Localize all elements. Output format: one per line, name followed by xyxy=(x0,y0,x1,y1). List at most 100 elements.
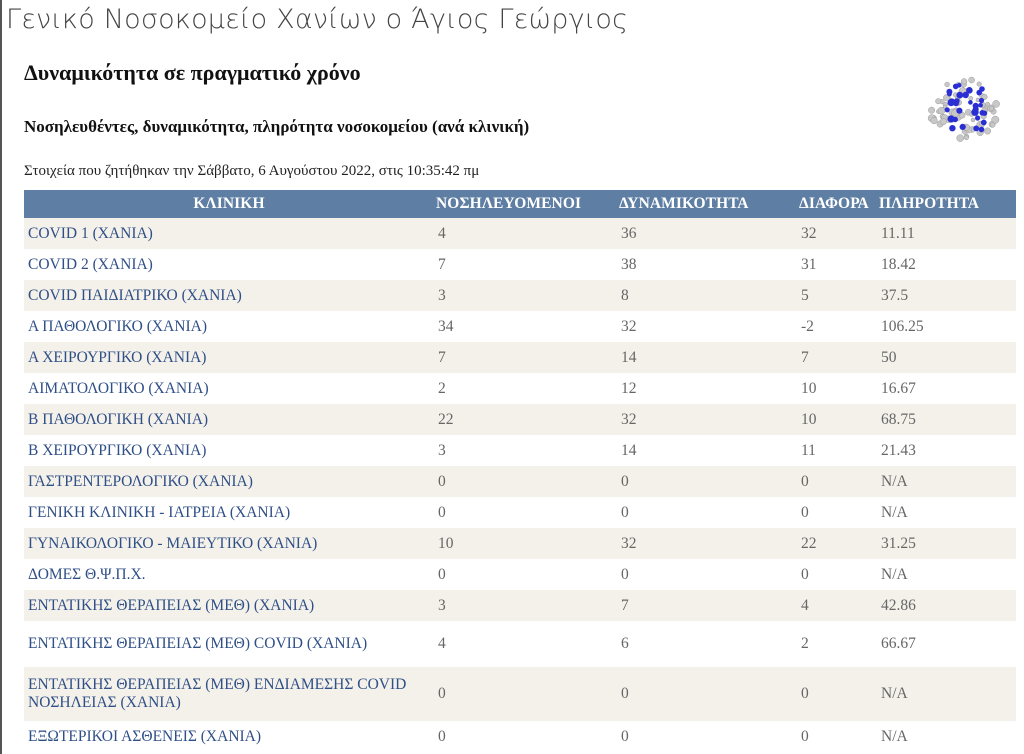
occupancy-cell: N/A xyxy=(877,721,1016,752)
clinic-name-cell[interactable]: COVID ΠΑΙΔΙΑΤΡΙΚΟ (ΧΑΝΙΑ) xyxy=(24,280,434,311)
clinic-name-cell[interactable]: ΓΥΝΑΙΚΟΛΟΓΙΚΟ - ΜΑΙΕΥΤΙΚΟ (ΧΑΝΙΑ) xyxy=(24,528,434,559)
column-header-occupancy[interactable]: ΠΛΗΡΟΤΗΤΑ xyxy=(877,190,1016,218)
capacity-cell: 38 xyxy=(617,249,797,280)
capacity-cell: 7 xyxy=(617,590,797,621)
capacity-cell: 14 xyxy=(617,342,797,373)
patients-cell: 2 xyxy=(434,373,617,404)
capacity-cell: 8 xyxy=(617,280,797,311)
occupancy-cell: 50 xyxy=(877,342,1016,373)
table-row: Α ΧΕΙΡΟΥΡΓΙΚΟ (ΧΑΝΙΑ) 7 14 7 50 xyxy=(24,342,1016,373)
capacity-cell: 0 xyxy=(617,721,797,752)
clinic-name-cell[interactable]: Β ΠΑΘΟΛΟΓΙΚΗ (ΧΑΝΙΑ) xyxy=(24,404,434,435)
difference-cell: 32 xyxy=(797,218,877,249)
clinic-name-cell[interactable]: Β ΧΕΙΡΟΥΡΓΙΚΟ (ΧΑΝΙΑ) xyxy=(24,435,434,466)
hospital-name: Γενικό Νοσοκομείο Χανίων ο Άγιος Γεώργιο… xyxy=(6,4,629,35)
occupancy-cell: 21.43 xyxy=(877,435,1016,466)
clinics-table: ΚΛΙΝΙΚΗ ΝΟΣΗΛΕΥΟΜΕΝΟΙ ΔΥΝΑΜΙΚΟΤΗΤΑ ΔΙΑΦΟ… xyxy=(24,190,1016,752)
table-row: ΑΙΜΑΤΟΛΟΓΙΚΟ (ΧΑΝΙΑ) 2 12 10 16.67 xyxy=(24,373,1016,404)
patients-cell: 3 xyxy=(434,280,617,311)
table-row: COVID 2 (ΧΑΝΙΑ) 7 38 31 18.42 xyxy=(24,249,1016,280)
occupancy-cell: 31.25 xyxy=(877,528,1016,559)
occupancy-cell: 37.5 xyxy=(877,280,1016,311)
occupancy-cell: N/A xyxy=(877,559,1016,590)
capacity-cell: 6 xyxy=(617,621,797,667)
table-row: ΓΕΝΙΚΗ ΚΛΙΝΙΚΗ - ΙΑΤΡΕΙΑ (ΧΑΝΙΑ) 0 0 0 N/A xyxy=(24,497,1016,528)
clinic-name-cell[interactable]: ΕΝΤΑΤΙΚΗΣ ΘΕΡΑΠΕΙΑΣ (ΜΕΘ) ΕΝΔΙΑΜΕΣΗΣ COV… xyxy=(24,667,434,721)
occupancy-cell: 106.25 xyxy=(877,311,1016,342)
clinic-name-cell[interactable]: ΓΑΣΤΡΕΝΤΕΡΟΛΟΓΙΚΟ (ΧΑΝΙΑ) xyxy=(24,466,434,497)
column-header-capacity[interactable]: ΔΥΝΑΜΙΚΟΤΗΤΑ xyxy=(617,190,797,218)
clinic-name-cell[interactable]: ΓΕΝΙΚΗ ΚΛΙΝΙΚΗ - ΙΑΤΡΕΙΑ (ΧΑΝΙΑ) xyxy=(24,497,434,528)
difference-cell: 10 xyxy=(797,373,877,404)
difference-cell: -2 xyxy=(797,311,877,342)
patients-cell: 0 xyxy=(434,667,617,721)
capacity-cell: 0 xyxy=(617,497,797,528)
clinic-name-cell[interactable]: COVID 2 (ΧΑΝΙΑ) xyxy=(24,249,434,280)
occupancy-cell: 18.42 xyxy=(877,249,1016,280)
patients-cell: 0 xyxy=(434,497,617,528)
occupancy-cell: N/A xyxy=(877,667,1016,721)
table-row: ΓΥΝΑΙΚΟΛΟΓΙΚΟ - ΜΑΙΕΥΤΙΚΟ (ΧΑΝΙΑ) 10 32 22 3… xyxy=(24,528,1016,559)
difference-cell: 2 xyxy=(797,621,877,667)
clinic-name-cell[interactable]: ΔΟΜΕΣ Θ.Ψ.Π.Χ. xyxy=(24,559,434,590)
patients-cell: 34 xyxy=(434,311,617,342)
capacity-cell: 14 xyxy=(617,435,797,466)
table-body: COVID 1 (ΧΑΝΙΑ) 4 36 32 11.11 COVID 2 (ΧΑΝΙΑ)… xyxy=(24,218,1016,752)
capacity-cell: 32 xyxy=(617,404,797,435)
table-row: Β ΠΑΘΟΛΟΓΙΚΗ (ΧΑΝΙΑ) 22 32 10 68.75 xyxy=(24,404,1016,435)
clinic-name-cell[interactable]: Α ΧΕΙΡΟΥΡΓΙΚΟ (ΧΑΝΙΑ) xyxy=(24,342,434,373)
patients-cell: 0 xyxy=(434,721,617,752)
clinic-name-cell[interactable]: COVID 1 (ΧΑΝΙΑ) xyxy=(24,218,434,249)
patients-cell: 4 xyxy=(434,621,617,667)
table-row: ΕΝΤΑΤΙΚΗΣ ΘΕΡΑΠΕΙΑΣ (ΜΕΘ) COVID (ΧΑΝΙΑ) 4… xyxy=(24,621,1016,667)
clinic-name-cell[interactable]: ΕΝΤΑΤΙΚΗΣ ΘΕΡΑΠΕΙΑΣ (ΜΕΘ) (ΧΑΝΙΑ) xyxy=(24,590,434,621)
difference-cell: 0 xyxy=(797,559,877,590)
difference-cell: 11 xyxy=(797,435,877,466)
column-header-patients[interactable]: ΝΟΣΗΛΕΥΟΜΕΝΟΙ xyxy=(434,190,617,218)
clinic-name-cell[interactable]: ΕΝΤΑΤΙΚΗΣ ΘΕΡΑΠΕΙΑΣ (ΜΕΘ) COVID (ΧΑΝΙΑ) xyxy=(24,621,434,667)
difference-cell: 31 xyxy=(797,249,877,280)
request-timestamp: Στοιχεία που ζητήθηκαν την Σάββατο, 6 Αυ… xyxy=(24,163,480,179)
capacity-cell: 32 xyxy=(617,528,797,559)
patients-cell: 22 xyxy=(434,404,617,435)
occupancy-cell: 16.67 xyxy=(877,373,1016,404)
difference-cell: 0 xyxy=(797,466,877,497)
occupancy-cell: 11.11 xyxy=(877,218,1016,249)
capacity-cell: 0 xyxy=(617,667,797,721)
molecule-logo-icon xyxy=(927,76,1000,142)
occupancy-cell: 66.67 xyxy=(877,621,1016,667)
column-header-clinic[interactable]: ΚΛΙΝΙΚΗ xyxy=(24,190,434,218)
capacity-cell: 0 xyxy=(617,559,797,590)
patients-cell: 7 xyxy=(434,342,617,373)
patients-cell: 10 xyxy=(434,528,617,559)
capacity-cell: 36 xyxy=(617,218,797,249)
patients-cell: 3 xyxy=(434,590,617,621)
difference-cell: 0 xyxy=(797,721,877,752)
difference-cell: 0 xyxy=(797,667,877,721)
difference-cell: 5 xyxy=(797,280,877,311)
table-row: Β ΧΕΙΡΟΥΡΓΙΚΟ (ΧΑΝΙΑ) 3 14 11 21.43 xyxy=(24,435,1016,466)
table-row: COVID 1 (ΧΑΝΙΑ) 4 36 32 11.11 xyxy=(24,218,1016,249)
difference-cell: 7 xyxy=(797,342,877,373)
difference-cell: 0 xyxy=(797,497,877,528)
table-row: ΕΞΩΤΕΡΙΚΟΙ ΑΣΘΕΝΕΙΣ (ΧΑΝΙΑ) 0 0 0 N/A xyxy=(24,721,1016,752)
table-row: ΔΟΜΕΣ Θ.Ψ.Π.Χ. 0 0 0 N/A xyxy=(24,559,1016,590)
patients-cell: 0 xyxy=(434,559,617,590)
clinic-name-cell[interactable]: ΕΞΩΤΕΡΙΚΟΙ ΑΣΘΕΝΕΙΣ (ΧΑΝΙΑ) xyxy=(24,721,434,752)
table-header-row: ΚΛΙΝΙΚΗ ΝΟΣΗΛΕΥΟΜΕΝΟΙ ΔΥΝΑΜΙΚΟΤΗΤΑ ΔΙΑΦΟ… xyxy=(24,190,1016,218)
column-header-difference[interactable]: ΔΙΑΦΟΡΑ xyxy=(797,190,877,218)
clinic-name-cell[interactable]: ΑΙΜΑΤΟΛΟΓΙΚΟ (ΧΑΝΙΑ) xyxy=(24,373,434,404)
page-subtitle: Νοσηλευθέντες, δυναμικότητα, πληρότητα ν… xyxy=(24,117,530,136)
occupancy-cell: N/A xyxy=(877,497,1016,528)
table-row: ΓΑΣΤΡΕΝΤΕΡΟΛΟΓΙΚΟ (ΧΑΝΙΑ) 0 0 0 N/A xyxy=(24,466,1016,497)
occupancy-cell: 42.86 xyxy=(877,590,1016,621)
page-title: Δυναμικότητα σε πραγματικό χρόνο xyxy=(24,60,361,85)
difference-cell: 22 xyxy=(797,528,877,559)
difference-cell: 4 xyxy=(797,590,877,621)
table-row: Α ΠΑΘΟΛΟΓΙΚΟ (ΧΑΝΙΑ) 34 32 -2 106.25 xyxy=(24,311,1016,342)
clinic-name-cell[interactable]: Α ΠΑΘΟΛΟΓΙΚΟ (ΧΑΝΙΑ) xyxy=(24,311,434,342)
difference-cell: 10 xyxy=(797,404,877,435)
capacity-cell: 32 xyxy=(617,311,797,342)
table-row: ΕΝΤΑΤΙΚΗΣ ΘΕΡΑΠΕΙΑΣ (ΜΕΘ) (ΧΑΝΙΑ) 3 7 4 42.8… xyxy=(24,590,1016,621)
table-row: ΕΝΤΑΤΙΚΗΣ ΘΕΡΑΠΕΙΑΣ (ΜΕΘ) ΕΝΔΙΑΜΕΣΗΣ COV… xyxy=(24,667,1016,721)
